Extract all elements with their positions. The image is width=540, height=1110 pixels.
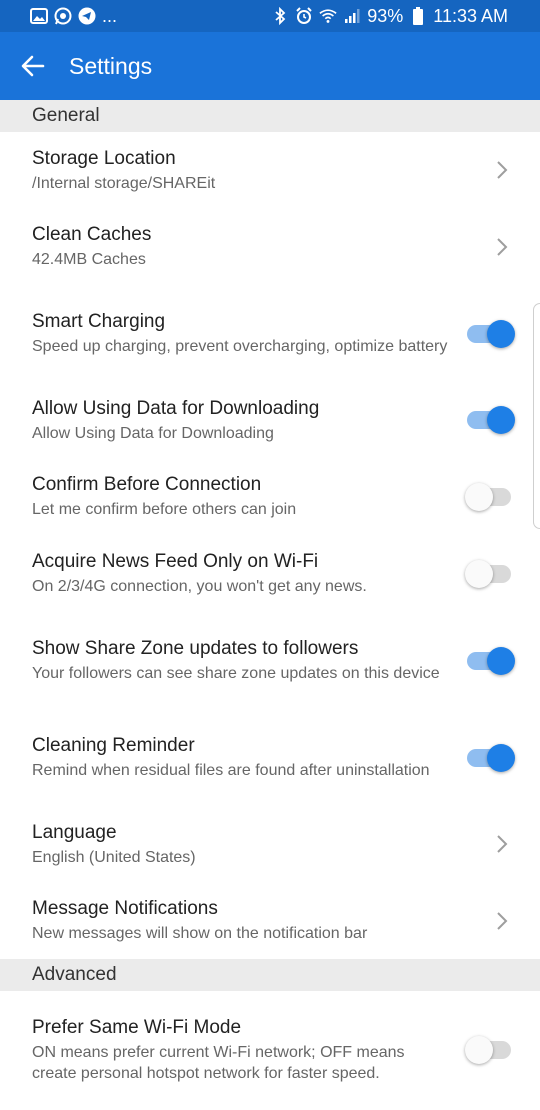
share-zone-toggle[interactable] xyxy=(465,646,515,675)
setting-share-zone-updates[interactable]: Show Share Zone updates to followers You… xyxy=(0,612,540,709)
bluetooth-icon xyxy=(271,7,289,25)
setting-subtitle: English (United States) xyxy=(32,848,196,866)
news-feed-wifi-toggle[interactable] xyxy=(465,559,515,588)
setting-language[interactable]: Language English (United States) xyxy=(0,806,540,882)
setting-subtitle: Remind when residual files are found aft… xyxy=(32,762,430,779)
setting-subtitle: New messages will show on the notificati… xyxy=(32,925,368,942)
setting-subtitle: Speed up charging, prevent overcharging,… xyxy=(32,338,448,355)
setting-storage-location[interactable]: Storage Location /Internal storage/SHARE… xyxy=(0,132,540,208)
chevron-right-icon xyxy=(497,911,508,930)
setting-news-feed-wifi[interactable]: Acquire News Feed Only on Wi-Fi On 2/3/4… xyxy=(0,535,540,612)
battery-percent: 93% xyxy=(367,5,404,26)
clock: 11:33 AM xyxy=(433,5,508,26)
setting-subtitle: Let me confirm before others can join xyxy=(32,501,297,518)
gallery-icon xyxy=(30,7,48,25)
setting-subtitle: Allow Using Data for Downloading xyxy=(32,424,274,442)
app-bar: Settings xyxy=(0,32,540,100)
signal-icon xyxy=(343,7,361,25)
setting-title: Message Notifications xyxy=(32,898,218,919)
allow-data-toggle[interactable] xyxy=(465,406,515,434)
setting-cleaning-reminder[interactable]: Cleaning Reminder Remind when residual f… xyxy=(0,709,540,806)
setting-confirm-before-connection[interactable]: Confirm Before Connection Let me confirm… xyxy=(0,458,540,535)
page-title: Settings xyxy=(69,52,153,79)
section-header-general: General xyxy=(0,100,540,132)
chevron-right-icon xyxy=(497,237,508,256)
confirm-connection-toggle[interactable] xyxy=(465,482,515,511)
setting-title: Prefer Same Wi-Fi Mode xyxy=(32,1016,242,1038)
system-icons: 93% 11:33 AM xyxy=(271,6,508,27)
prefer-same-wifi-toggle[interactable] xyxy=(465,1035,515,1064)
setting-message-notifications[interactable]: Message Notifications New messages will … xyxy=(0,882,540,959)
chevron-right-icon xyxy=(497,835,508,853)
setting-title: Cleaning Reminder xyxy=(32,735,195,756)
setting-title: Show Share Zone updates to followers xyxy=(32,638,359,659)
setting-title: Language xyxy=(32,821,117,843)
alarm-icon xyxy=(295,7,313,25)
wifi-icon xyxy=(319,7,337,25)
whatsapp-icon xyxy=(54,7,72,25)
setting-allow-data-downloading[interactable]: Allow Using Data for Downloading Allow U… xyxy=(0,382,540,458)
setting-title: Confirm Before Connection xyxy=(32,474,262,495)
setting-title: Allow Using Data for Downloading xyxy=(32,397,320,419)
back-button[interactable] xyxy=(0,32,66,100)
setting-subtitle: ON means prefer current Wi-Fi network; O… xyxy=(32,1043,405,1082)
setting-smart-charging[interactable]: Smart Charging Speed up charging, preven… xyxy=(0,285,540,382)
edge-panel-handle[interactable] xyxy=(533,303,540,529)
setting-subtitle: 42.4MB Caches xyxy=(32,251,146,268)
cleaning-reminder-toggle[interactable] xyxy=(465,743,515,772)
section-header-advanced: Advanced xyxy=(0,959,540,991)
arrow-left-icon xyxy=(21,55,45,77)
setting-title: Smart Charging xyxy=(32,311,166,332)
smart-charging-toggle[interactable] xyxy=(465,319,515,348)
battery-icon xyxy=(409,7,427,25)
notification-icons: ... xyxy=(30,6,117,27)
status-bar: ... 93% 11:33 AM xyxy=(0,0,540,32)
setting-prefer-same-wifi[interactable]: Prefer Same Wi-Fi Mode ON means prefer c… xyxy=(0,991,540,1108)
telegram-icon xyxy=(78,7,96,25)
setting-title: Storage Location xyxy=(32,147,176,169)
setting-clean-caches[interactable]: Clean Caches 42.4MB Caches xyxy=(0,208,540,285)
setting-title: Acquire News Feed Only on Wi-Fi xyxy=(32,551,319,572)
more-notifications: ... xyxy=(102,5,118,26)
setting-subtitle: /Internal storage/SHAREit xyxy=(32,174,216,192)
setting-subtitle: On 2/3/4G connection, you won't get any … xyxy=(32,578,367,595)
setting-title: Clean Caches xyxy=(32,224,152,245)
settings-list: General Storage Location /Internal stora… xyxy=(0,100,540,1108)
chevron-right-icon xyxy=(497,161,508,179)
setting-subtitle: Your followers can see share zone update… xyxy=(32,665,440,682)
